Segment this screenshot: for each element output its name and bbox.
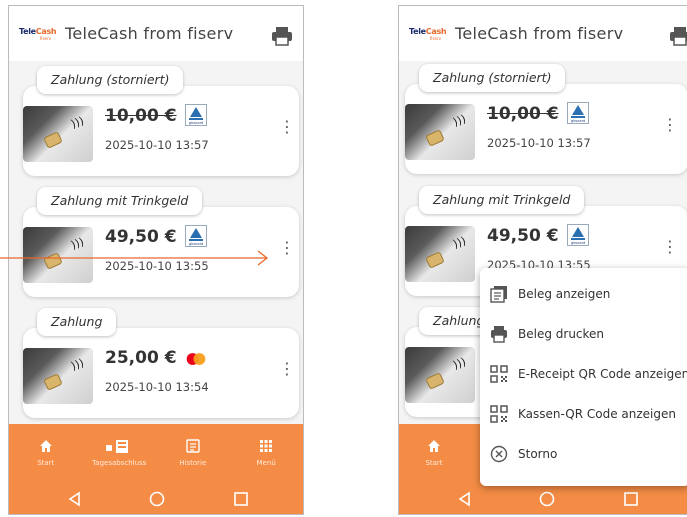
transaction-card[interactable]: ))) 25,00 € 2025-10-10 13:54 ⋮ <box>23 328 299 418</box>
transaction-datetime: 2025-10-10 13:57 <box>105 138 209 152</box>
system-navigation-bar <box>399 482 687 514</box>
bottom-navigation: Start Tagesabschluss Historie Menü <box>9 424 303 482</box>
transaction-amount: 10,00 € <box>105 106 177 126</box>
logo-text-tele: Tele <box>19 26 36 36</box>
girocard-icon: girocard <box>567 102 589 124</box>
menu-item-label: Storno <box>518 447 558 461</box>
telecash-logo: TeleCash fiserv <box>409 27 447 41</box>
nav-start[interactable]: Start <box>399 424 469 482</box>
girocard-icon: girocard <box>185 104 207 126</box>
annotation-arrow-icon <box>0 250 269 266</box>
nav-label-daily-closing: Tagesabschluss <box>92 459 147 467</box>
system-navigation-bar <box>9 482 303 514</box>
more-options-icon[interactable]: ⋮ <box>279 119 295 135</box>
transaction-amount: 25,00 € <box>105 348 177 368</box>
transaction-datetime: 2025-10-10 13:57 <box>487 136 591 150</box>
menu-item-ereceipt-qr[interactable]: E-Receipt QR Code anzeigen <box>480 354 687 394</box>
history-icon <box>186 439 200 453</box>
qr-code-icon <box>490 365 508 383</box>
menu-item-label: Beleg drucken <box>518 327 605 341</box>
nav-menu[interactable]: Menü <box>230 424 304 482</box>
app-bar: TeleCash fiserv TeleCash from fiserv <box>399 6 687 61</box>
telecash-logo: TeleCash fiserv <box>19 27 57 41</box>
more-options-icon[interactable]: ⋮ <box>662 239 678 255</box>
transaction-card[interactable]: ))) 10,00 € girocard 2025-10-10 13:57 ⋮ <box>23 86 299 176</box>
transaction-amount: 49,50 € <box>487 226 559 246</box>
transaction-amount: 10,00 € <box>487 104 559 124</box>
phone-right: TeleCash fiserv TeleCash from fiserv Zah… <box>398 5 687 515</box>
transaction-label: Zahlung mit Trinkgeld <box>419 186 585 214</box>
transaction-label: Zahlung (storniert) <box>37 66 184 94</box>
transaction-label: Zahlung <box>37 308 117 336</box>
card-thumbnail: ))) <box>405 226 475 282</box>
logo-sub: fiserv <box>39 35 51 41</box>
app-bar: TeleCash fiserv TeleCash from fiserv <box>9 6 303 61</box>
transaction-label: Zahlung mit Trinkgeld <box>37 187 203 215</box>
home-circle-icon[interactable] <box>149 491 165 507</box>
menu-item-label: Beleg anzeigen <box>518 287 611 301</box>
cancel-circle-icon <box>490 445 508 463</box>
more-options-icon[interactable]: ⋮ <box>279 361 295 377</box>
girocard-text: girocard <box>571 241 585 245</box>
recents-icon[interactable] <box>233 491 249 507</box>
printer-icon[interactable] <box>669 26 687 46</box>
printer-icon <box>491 326 507 343</box>
transaction-label: Zahlung (storniert) <box>419 64 566 92</box>
back-icon[interactable] <box>457 491 473 507</box>
transaction-card[interactable]: ))) 10,00 € girocard 2025-10-10 13:57 ⋮ <box>405 84 687 174</box>
nav-label-start: Start <box>425 459 443 467</box>
menu-item-cash-register-qr[interactable]: Kassen-QR Code anzeigen <box>480 394 687 434</box>
logo-text-cash: Cash <box>425 26 447 36</box>
home-circle-icon[interactable] <box>539 491 555 507</box>
receipt-icon <box>490 286 507 303</box>
qr-code-icon <box>490 405 508 423</box>
girocard-text: girocard <box>189 242 203 246</box>
menu-item-label: Kassen-QR Code anzeigen <box>518 407 676 421</box>
nav-daily-closing[interactable]: Tagesabschluss <box>83 424 157 482</box>
card-thumbnail: ))) <box>23 348 93 404</box>
nav-label-history: Historie <box>179 459 207 467</box>
printer-icon[interactable] <box>271 26 293 46</box>
card-thumbnail: ))) <box>405 104 475 160</box>
app-title: TeleCash from fiserv <box>65 24 234 43</box>
daily-closing-icon <box>106 440 129 453</box>
menu-item-print-receipt[interactable]: Beleg drucken <box>480 314 687 354</box>
girocard-text: girocard <box>189 121 203 125</box>
screenshot-canvas: TeleCash fiserv TeleCash from fiserv Zah… <box>0 0 687 517</box>
back-icon[interactable] <box>67 491 83 507</box>
nav-label-start: Start <box>37 459 55 467</box>
card-thumbnail: ))) <box>23 106 93 162</box>
nav-history[interactable]: Historie <box>156 424 230 482</box>
context-menu: Beleg anzeigen Beleg drucken E-Receipt Q… <box>480 268 687 486</box>
nav-label-menu: Menü <box>256 459 276 467</box>
logo-text-cash: Cash <box>35 26 57 36</box>
transaction-amount: 49,50 € <box>105 227 177 247</box>
girocard-icon: girocard <box>567 224 589 246</box>
card-thumbnail: ))) <box>405 347 475 403</box>
grid-menu-icon <box>260 440 273 452</box>
home-icon <box>39 440 52 452</box>
menu-item-label: E-Receipt QR Code anzeigen <box>518 367 687 381</box>
nav-start[interactable]: Start <box>9 424 83 482</box>
more-options-icon[interactable]: ⋮ <box>279 240 295 256</box>
menu-item-show-receipt[interactable]: Beleg anzeigen <box>480 274 687 314</box>
app-title: TeleCash from fiserv <box>455 24 624 43</box>
girocard-icon: girocard <box>185 225 207 247</box>
girocard-text: girocard <box>571 119 585 123</box>
recents-icon[interactable] <box>623 491 639 507</box>
mastercard-icon <box>186 353 206 365</box>
logo-sub: fiserv <box>429 35 441 41</box>
transaction-datetime: 2025-10-10 13:54 <box>105 380 209 394</box>
logo-text-tele: Tele <box>409 26 426 36</box>
home-icon <box>428 440 440 452</box>
menu-item-cancel-transaction[interactable]: Storno <box>480 434 687 474</box>
more-options-icon[interactable]: ⋮ <box>662 117 678 133</box>
